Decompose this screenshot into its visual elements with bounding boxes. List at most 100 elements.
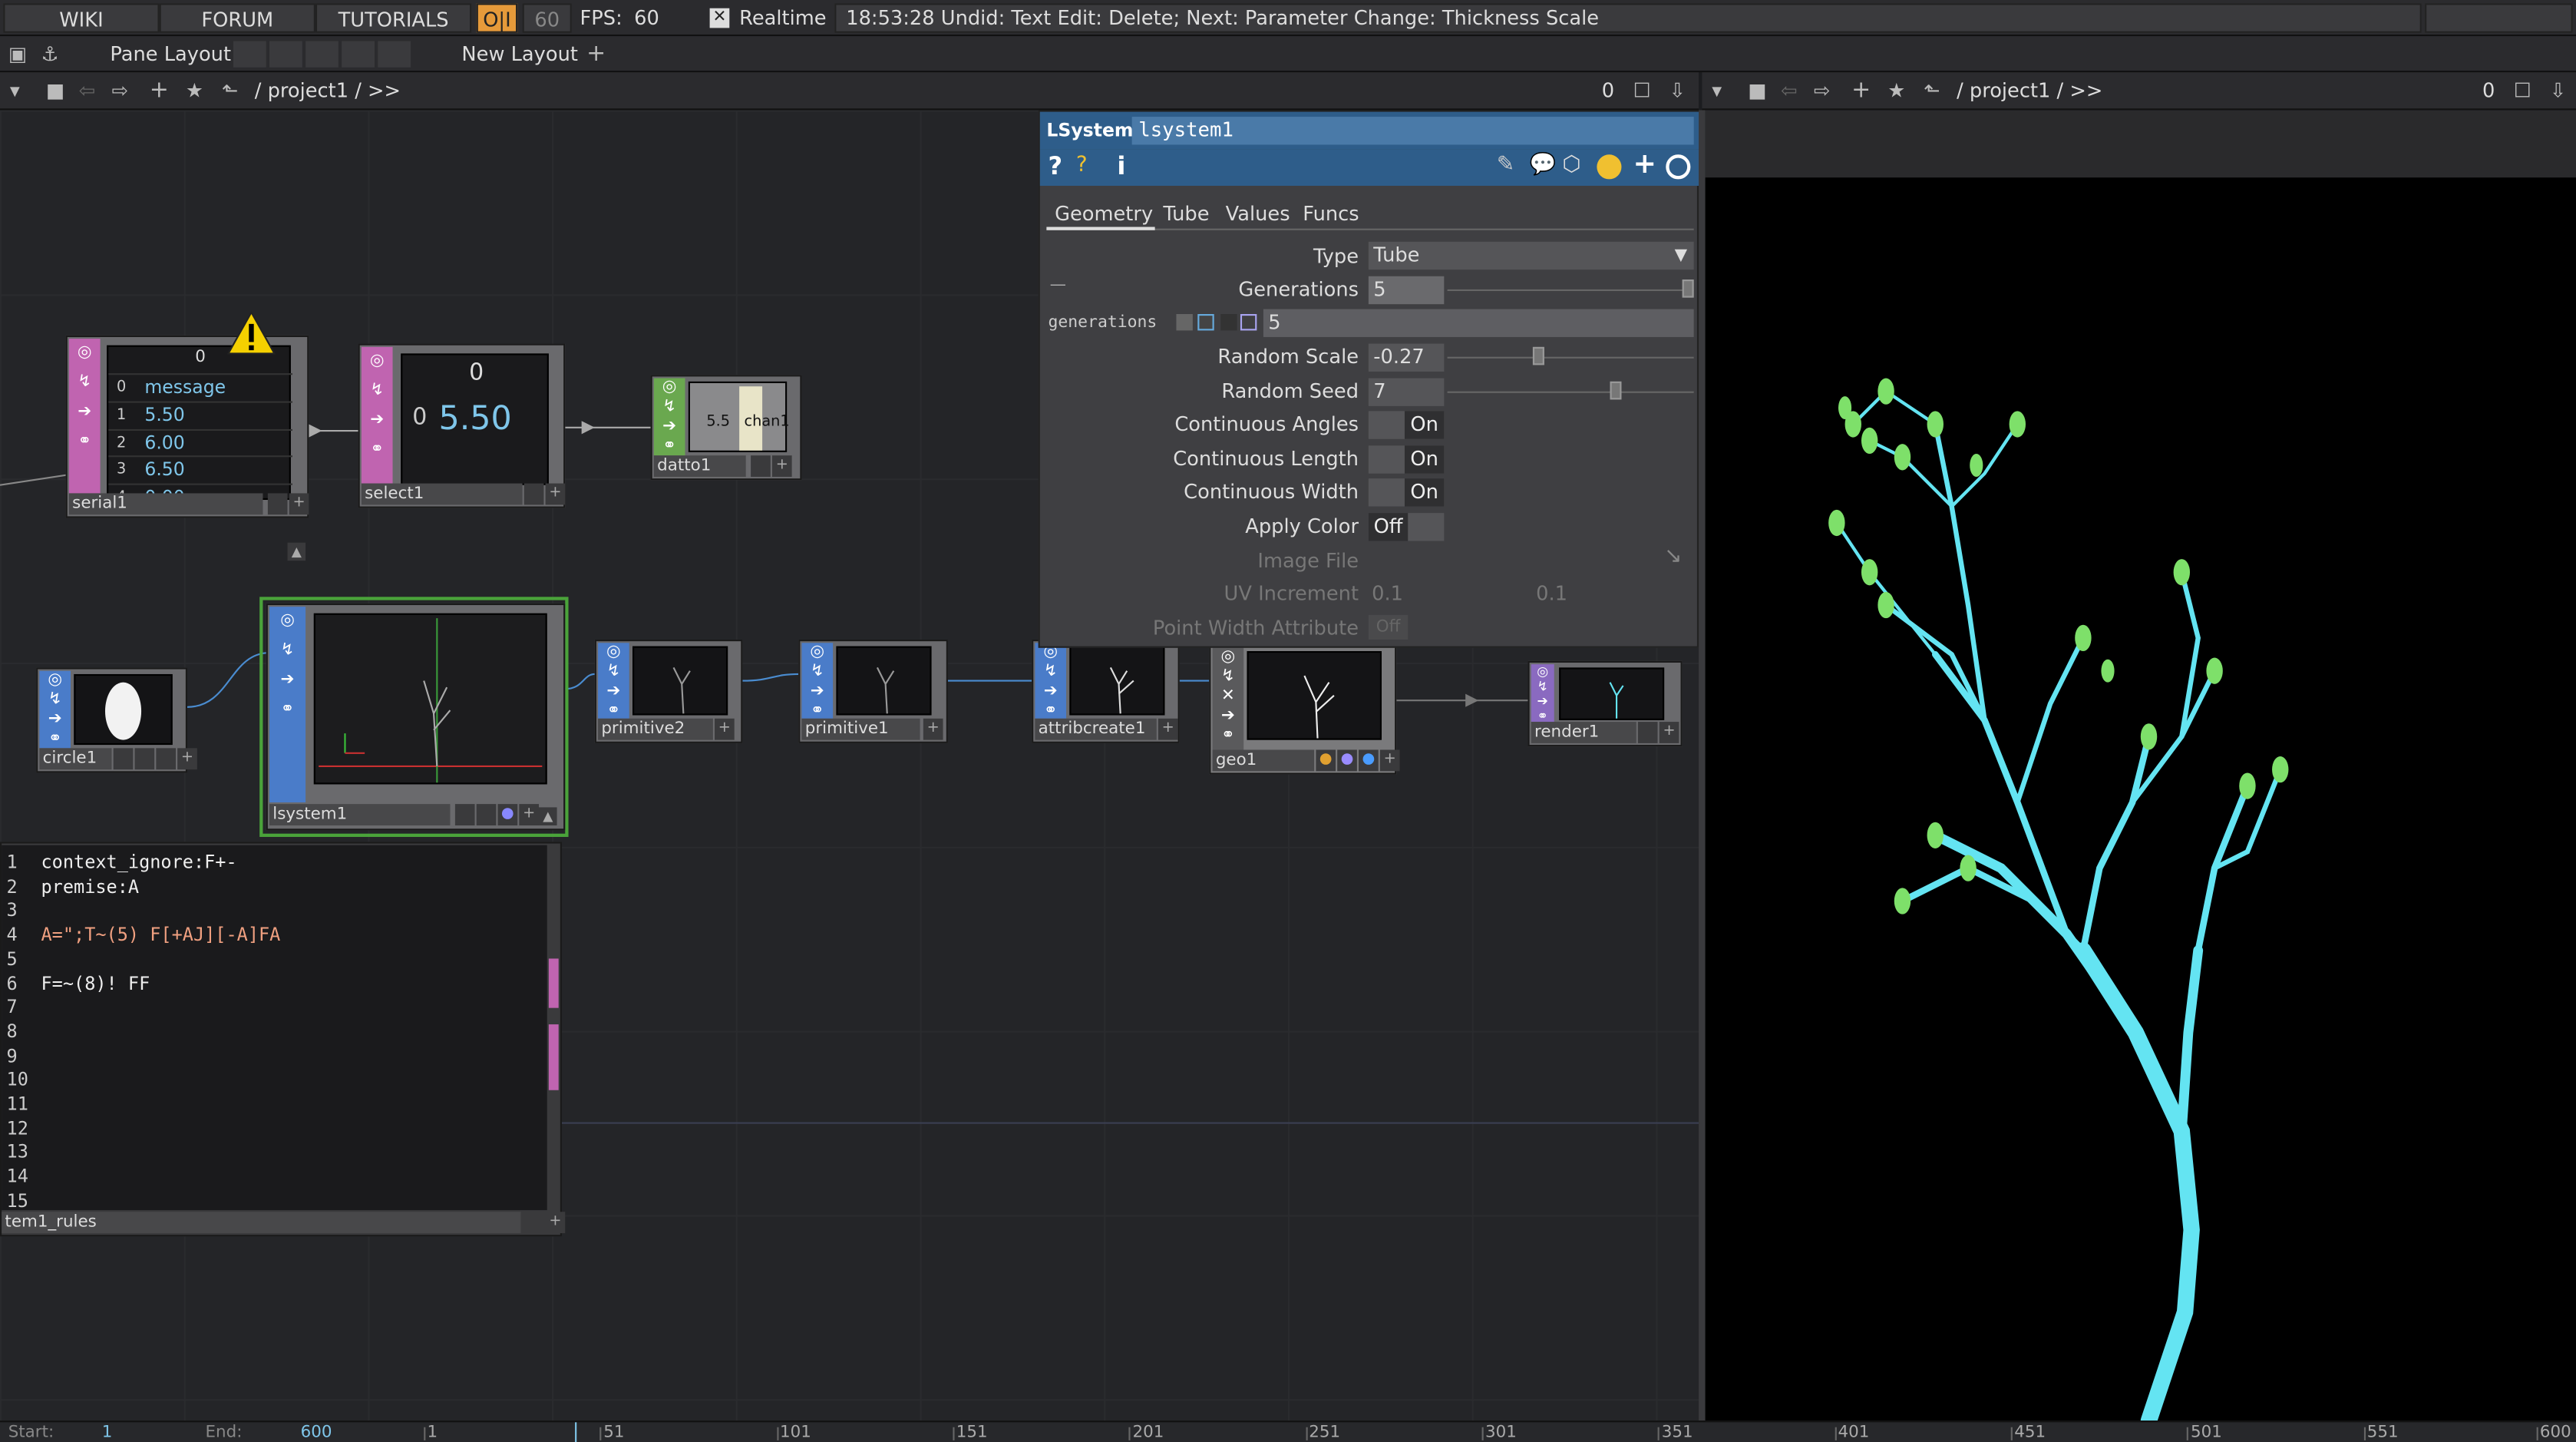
node-add-button[interactable]: +: [1659, 722, 1679, 743]
input-icon[interactable]: ➔: [69, 398, 101, 428]
add-param-icon[interactable]: +: [1633, 148, 1656, 181]
node-add-button[interactable]: +: [771, 455, 792, 478]
continuous-width-toggle[interactable]: On: [1368, 478, 1445, 507]
star-icon[interactable]: ★: [1887, 72, 1905, 108]
bypass-icon[interactable]: ◎: [1531, 664, 1554, 679]
target-icon[interactable]: [1666, 154, 1691, 180]
parent-icon[interactable]: ⬑: [222, 72, 238, 108]
node-flag-button[interactable]: [476, 804, 497, 825]
generations-slider-knob[interactable]: [1682, 279, 1694, 298]
primitive1-name[interactable]: primitive1: [801, 718, 920, 740]
node-add-button[interactable]: +: [545, 483, 566, 505]
stop-icon[interactable]: ■: [1748, 72, 1766, 108]
realtime-checkbox[interactable]: ✕: [709, 8, 730, 28]
input-icon[interactable]: ➔: [1213, 707, 1244, 727]
code-line[interactable]: context_ignore:F+-: [41, 852, 237, 875]
back-icon[interactable]: ⇦: [1781, 72, 1798, 108]
uv-u-field[interactable]: 0.1: [1372, 582, 1403, 605]
bypass-icon[interactable]: ◎: [1213, 648, 1244, 668]
bypass-icon[interactable]: ◎: [362, 347, 393, 377]
lsystem1-node[interactable]: ◎ ↯ ➔ ⚭ lsystem1 ● +: [266, 603, 566, 831]
generations-expr-field[interactable]: 5: [1263, 309, 1694, 337]
top-right-slot[interactable]: [2425, 3, 2573, 33]
op-name-field[interactable]: lsystem1: [1131, 117, 1694, 145]
python-help-icon[interactable]: ?: [1076, 153, 1088, 177]
render-viewer[interactable]: [1705, 177, 2576, 1429]
menu-down-icon[interactable]: ▾: [10, 72, 20, 108]
bypass-icon[interactable]: ◎: [801, 643, 833, 663]
code-line[interactable]: premise:A: [41, 876, 140, 900]
pane-icon[interactable]: ▣: [8, 36, 27, 72]
language-icon[interactable]: ⬡: [1562, 153, 1580, 177]
collapse-icon[interactable]: —: [1050, 276, 1066, 295]
info-icon[interactable]: i: [1117, 151, 1125, 181]
display-icon[interactable]: ↯: [362, 376, 393, 406]
geo1-name[interactable]: geo1: [1212, 749, 1315, 772]
node-add-button[interactable]: +: [1158, 718, 1178, 740]
node-add-button[interactable]: +: [1379, 749, 1400, 772]
node-add-button[interactable]: +: [519, 804, 540, 825]
generations-slider[interactable]: [1447, 289, 1694, 292]
bypass-icon[interactable]: ◎: [654, 379, 685, 399]
display-flag-button[interactable]: ●: [1337, 749, 1357, 772]
tab-values[interactable]: Values: [1226, 202, 1290, 225]
display-icon[interactable]: ↯: [1213, 667, 1244, 687]
forward-icon[interactable]: ⇨: [112, 72, 129, 108]
dat-name[interactable]: tem1_rules: [2, 1212, 521, 1234]
serial1-name[interactable]: serial1: [68, 493, 263, 515]
display-icon[interactable]: ↯: [69, 369, 101, 399]
clone-icon[interactable]: ✕: [1213, 687, 1244, 707]
node-flag-button[interactable]: [454, 804, 475, 825]
apply-color-toggle[interactable]: Off: [1368, 513, 1445, 541]
forum-button[interactable]: FORUM: [159, 3, 315, 33]
input-icon[interactable]: ➔: [39, 710, 71, 730]
code-line[interactable]: F=~(8)! FF: [41, 973, 150, 997]
browse-icon[interactable]: ↘: [1664, 544, 1682, 569]
display-icon[interactable]: ↯: [801, 663, 833, 683]
tab-geometry[interactable]: Geometry: [1055, 202, 1153, 225]
playhead[interactable]: [575, 1422, 577, 1442]
node-add-button[interactable]: +: [289, 493, 309, 515]
star-icon[interactable]: ★: [186, 72, 203, 108]
random-seed-field[interactable]: 7: [1368, 378, 1445, 406]
expr-mode-expression[interactable]: [1197, 314, 1214, 331]
python-icon[interactable]: [1597, 154, 1622, 180]
datto1-node[interactable]: ◎ ↯ ➔ ⚭ 5.5 chan1 datto1 +: [650, 375, 802, 481]
tutorials-button[interactable]: TUTORIALS: [315, 3, 472, 33]
bypass-icon[interactable]: ◎: [269, 607, 305, 637]
uv-v-field[interactable]: 0.1: [1536, 582, 1567, 605]
display-icon[interactable]: ↯: [598, 663, 629, 683]
wiki-button[interactable]: WIKI: [3, 3, 160, 33]
forward-icon[interactable]: ⇨: [1814, 72, 1831, 108]
node-flag-button[interactable]: [134, 748, 155, 770]
pick-flag-button[interactable]: ●: [1359, 749, 1379, 772]
input-icon[interactable]: ➔: [1035, 683, 1066, 703]
node-add-button[interactable]: +: [177, 748, 197, 770]
lock-icon[interactable]: ⚭: [1213, 726, 1244, 746]
primitive2-name[interactable]: primitive2: [598, 718, 713, 740]
rules-text-editor[interactable]: 1 context_ignore:F+- 2 premise:A 3 4 A=";T~(5)…: [0, 842, 566, 1237]
lock-icon[interactable]: ⚭: [39, 730, 71, 750]
editor-scroll-marker[interactable]: [548, 958, 559, 1008]
datto1-name[interactable]: datto1: [653, 455, 746, 478]
continuous-length-toggle[interactable]: On: [1368, 445, 1445, 474]
random-seed-slider-knob[interactable]: [1610, 381, 1622, 400]
network-path[interactable]: / project1 / >>: [255, 76, 401, 106]
lsystem1-expand-icon[interactable]: ▲: [539, 807, 557, 825]
layout-quad-button[interactable]: [342, 41, 375, 68]
editor-scroll-marker[interactable]: [548, 1024, 559, 1090]
primitive1-node[interactable]: ◎ ↯ ➔ ⚭ primitive1 +: [798, 640, 948, 743]
maximize-icon[interactable]: ☐: [2514, 72, 2531, 108]
random-scale-field[interactable]: -0.27: [1368, 343, 1445, 372]
display-icon[interactable]: ↯: [39, 690, 71, 710]
lock-icon[interactable]: ⚭: [69, 428, 101, 458]
stop-icon[interactable]: ■: [46, 72, 64, 108]
serial1-expand-icon[interactable]: ▲: [287, 542, 306, 561]
point-width-toggle[interactable]: Off: [1368, 614, 1409, 640]
attribcreate1-node[interactable]: ◎ ↯ ➔ ⚭ attribcreate1 +: [1032, 640, 1180, 743]
input-icon[interactable]: ➔: [269, 666, 305, 696]
perform-mode-button[interactable]: O|I: [476, 3, 518, 33]
expr-mode-bind[interactable]: [1240, 314, 1257, 331]
continuous-angles-toggle[interactable]: On: [1368, 411, 1445, 439]
expr-mode-constant[interactable]: [1176, 314, 1193, 331]
